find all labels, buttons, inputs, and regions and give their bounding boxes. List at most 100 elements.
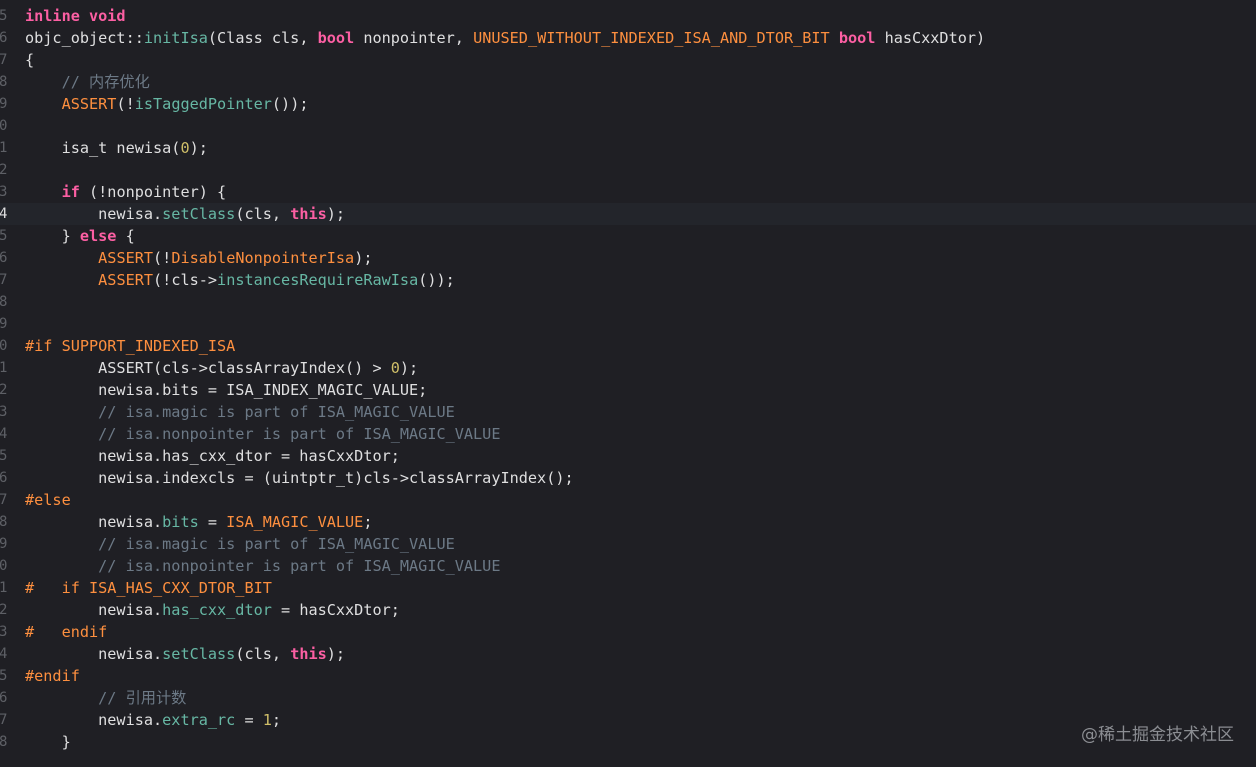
line-number: 5 xyxy=(0,8,8,24)
line-number: 3 xyxy=(0,404,8,420)
code-line-current[interactable]: 4 newisa.setClass(cls, this); xyxy=(0,203,1256,225)
line-number: 7 xyxy=(0,272,8,288)
code-line[interactable]: 3 // isa.magic is part of ISA_MAGIC_VALU… xyxy=(0,401,1256,423)
code-token: // isa.nonpointer is part of ISA_MAGIC_V… xyxy=(25,557,501,575)
code-token: this xyxy=(290,205,327,223)
code-line[interactable]: 3 if (!nonpointer) { xyxy=(0,181,1256,203)
line-number: 4 xyxy=(0,426,8,442)
code-text: // isa.nonpointer is part of ISA_MAGIC_V… xyxy=(25,423,500,445)
code-line[interactable]: 1 ASSERT(cls->classArrayIndex() > 0); xyxy=(0,357,1256,379)
code-token: = xyxy=(198,513,227,531)
code-line[interactable]: 7{ xyxy=(0,49,1256,71)
code-line[interactable]: 5 } else { xyxy=(0,225,1256,247)
code-line[interactable]: 2 xyxy=(0,159,1256,181)
code-line[interactable]: 6 newisa.indexcls = (uintptr_t)cls->clas… xyxy=(0,467,1256,489)
code-token: newisa. xyxy=(25,601,163,619)
code-text: newisa.has_cxx_dtor = hasCxxDtor; xyxy=(25,599,400,621)
code-line[interactable]: 5 inline void xyxy=(0,5,1256,27)
code-line[interactable]: 6 ASSERT(!DisableNonpointerIsa); xyxy=(0,247,1256,269)
code-line[interactable]: 0 // isa.nonpointer is part of ISA_MAGIC… xyxy=(0,555,1256,577)
code-line[interactable]: 0 #if SUPPORT_INDEXED_ISA xyxy=(0,335,1256,357)
line-number: 5 xyxy=(0,228,8,244)
code-line[interactable]: 3 # endif xyxy=(0,621,1256,643)
code-text: ASSERT(!cls->instancesRequireRawIsa()); xyxy=(25,269,455,291)
line-number: 4 xyxy=(0,646,8,662)
line-number: 0 xyxy=(0,558,8,574)
code-token: // 内存优化 xyxy=(25,73,150,91)
code-token: 0 xyxy=(180,139,190,157)
code-text: // isa.magic is part of ISA_MAGIC_VALUE xyxy=(25,401,455,423)
line-number: 7 xyxy=(0,52,8,68)
code-token: bool xyxy=(838,29,876,47)
line-number: 6 xyxy=(0,470,8,486)
code-line[interactable]: 7 ASSERT(!cls->instancesRequireRawIsa())… xyxy=(0,269,1256,291)
code-line[interactable]: 6 // 引用计数 xyxy=(0,687,1256,709)
code-text: } else { xyxy=(25,225,135,247)
line-number: 7 xyxy=(0,492,8,508)
code-text: ASSERT(cls->classArrayIndex() > 0); xyxy=(25,357,418,379)
code-line[interactable]: 8 xyxy=(0,291,1256,313)
code-token: (cls, xyxy=(235,645,291,663)
code-token: 0 xyxy=(390,359,400,377)
code-token: (Class cls, xyxy=(207,29,318,47)
code-token: ); xyxy=(399,359,419,377)
code-line[interactable]: 2 newisa.bits = ISA_INDEX_MAGIC_VALUE; xyxy=(0,379,1256,401)
code-editor[interactable]: 5 inline void6 objc_object::initIsa(Class … xyxy=(0,5,1256,765)
code-line[interactable]: 8 } xyxy=(0,731,1256,753)
code-line[interactable]: 4 // isa.nonpointer is part of ISA_MAGIC… xyxy=(0,423,1256,445)
code-line[interactable]: 6 objc_object::initIsa(Class cls, bool no… xyxy=(0,27,1256,49)
code-token: this xyxy=(290,645,327,663)
code-text: newisa.setClass(cls, this); xyxy=(25,643,345,665)
line-number: 3 xyxy=(0,624,8,640)
line-number: 2 xyxy=(0,602,8,618)
line-number: 0 xyxy=(0,338,8,354)
code-token: bool xyxy=(317,29,355,47)
code-token: inline void xyxy=(25,7,126,25)
code-token: newisa. xyxy=(25,205,163,223)
code-line[interactable]: 9 // isa.magic is part of ISA_MAGIC_VALU… xyxy=(0,533,1256,555)
line-number: 8 xyxy=(0,74,8,90)
code-line[interactable]: 1 isa_t newisa(0); xyxy=(0,137,1256,159)
code-text: // 引用计数 xyxy=(25,687,186,709)
code-line[interactable]: 2 newisa.has_cxx_dtor = hasCxxDtor; xyxy=(0,599,1256,621)
code-token: isTaggedPointer xyxy=(134,95,272,113)
code-token: ; xyxy=(271,711,282,729)
code-token: UNUSED_WITHOUT_INDEXED_ISA_AND_DTOR_BIT xyxy=(473,29,830,47)
code-line[interactable]: 8 newisa.bits = ISA_MAGIC_VALUE; xyxy=(0,511,1256,533)
code-text: #endif xyxy=(25,665,80,687)
code-line[interactable]: 9 ASSERT(!isTaggedPointer()); xyxy=(0,93,1256,115)
code-token: (! xyxy=(116,95,135,113)
code-line[interactable]: 7 newisa.extra_rc = 1; xyxy=(0,709,1256,731)
code-token: ); xyxy=(354,249,373,267)
code-text: #if SUPPORT_INDEXED_ISA xyxy=(25,335,235,357)
code-token: DisableNonpointerIsa xyxy=(171,249,355,267)
code-line[interactable]: 5 #endif xyxy=(0,665,1256,687)
code-token: else xyxy=(79,227,117,245)
code-token: newisa. xyxy=(25,711,163,729)
code-token: // isa.magic is part of ISA_MAGIC_VALUE xyxy=(25,535,455,553)
code-line[interactable]: 1 # if ISA_HAS_CXX_DTOR_BIT xyxy=(0,577,1256,599)
code-token: initIsa xyxy=(143,29,208,47)
code-line[interactable]: 8 // 内存优化 xyxy=(0,71,1256,93)
code-token: if xyxy=(61,183,80,201)
code-token: = xyxy=(235,711,263,729)
code-token: ); xyxy=(326,205,346,223)
line-number: 6 xyxy=(0,30,8,46)
code-text: // isa.nonpointer is part of ISA_MAGIC_V… xyxy=(25,555,500,577)
code-line[interactable]: 9 xyxy=(0,313,1256,335)
code-line[interactable]: 7 #else xyxy=(0,489,1256,511)
line-number: 2 xyxy=(0,382,8,398)
code-text: # if ISA_HAS_CXX_DTOR_BIT xyxy=(25,577,272,599)
code-line[interactable]: 4 newisa.setClass(cls, this); xyxy=(0,643,1256,665)
watermark: @稀土掘金技术社区 xyxy=(1081,725,1234,745)
code-line[interactable]: 0 xyxy=(0,115,1256,137)
code-text: } xyxy=(25,731,71,753)
code-line[interactable]: 5 newisa.has_cxx_dtor = hasCxxDtor; xyxy=(0,445,1256,467)
code-text: ASSERT(!DisableNonpointerIsa); xyxy=(25,247,373,269)
line-number: 6 xyxy=(0,690,8,706)
code-text: if (!nonpointer) { xyxy=(25,181,227,203)
code-token: ISA_MAGIC_VALUE xyxy=(226,513,364,531)
